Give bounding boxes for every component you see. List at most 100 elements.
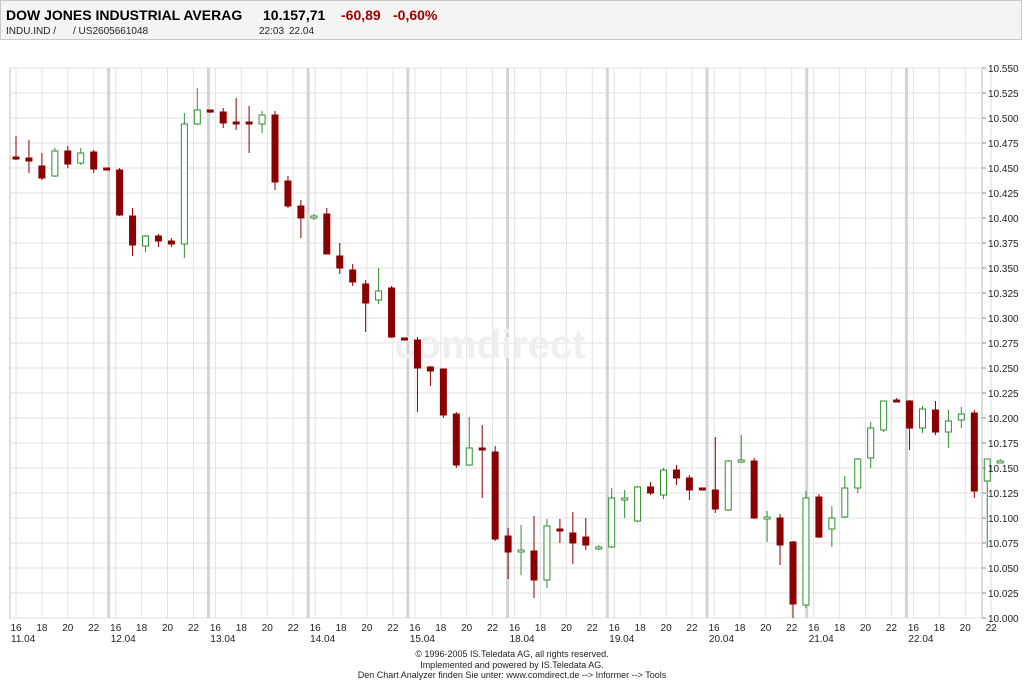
x-tick-label: 16	[609, 623, 621, 634]
y-tick-label: 10.425	[988, 189, 1019, 200]
candle-body	[944, 420, 952, 433]
x-tick-label: 16	[210, 623, 222, 634]
y-axis: 10.550 10.525 10.500 10.475 10.450 10.425 10.4…	[982, 64, 1019, 625]
candle-body	[167, 240, 175, 245]
x-date-label: 15.04	[410, 634, 435, 645]
candle	[698, 487, 706, 491]
x-tick-label: 16	[908, 623, 920, 634]
candle-body	[25, 157, 33, 162]
x-tick-label: 16	[310, 623, 322, 634]
x-date-label: 13.04	[210, 634, 235, 645]
candle-body	[193, 109, 201, 125]
x-date-label: 20.04	[709, 634, 734, 645]
candle	[103, 167, 111, 171]
candle	[970, 410, 978, 498]
candle-body	[647, 486, 655, 494]
candle-body	[401, 337, 408, 341]
candle-body	[362, 283, 370, 304]
candle-body	[51, 150, 59, 177]
y-tick-label: 10.125	[988, 489, 1019, 500]
candle	[439, 368, 447, 418]
candle	[491, 446, 499, 541]
candle	[634, 486, 642, 522]
y-tick-label: 10.250	[988, 364, 1019, 375]
x-tick-label: 20	[860, 623, 872, 634]
x-tick-label: 18	[236, 623, 248, 634]
candle-body	[919, 408, 926, 429]
candle	[116, 168, 124, 216]
y-tick-label: 10.400	[988, 214, 1019, 225]
x-tick-label: 20	[361, 623, 373, 634]
x-tick-label: 22	[686, 623, 698, 634]
candle	[750, 458, 758, 519]
candle	[284, 176, 292, 208]
y-tick-label: 10.275	[988, 339, 1019, 350]
x-tick-label: 18	[535, 623, 547, 634]
candle-body	[336, 255, 344, 269]
x-date-label: 22.04	[908, 634, 933, 645]
x-tick-label: 22	[487, 623, 499, 634]
candle-body	[672, 469, 680, 479]
candle-body	[595, 546, 603, 550]
x-tick-label: 18	[335, 623, 347, 634]
candle-body	[737, 459, 745, 463]
candle-body	[271, 114, 279, 183]
powered-by-line: Implemented and powered by IS.Teledata A…	[420, 660, 604, 670]
x-tick-label: 22	[188, 623, 200, 634]
candle-body	[698, 487, 706, 491]
candle-body	[426, 366, 434, 372]
candle-body	[750, 460, 758, 519]
x-tick-label: 22	[88, 623, 100, 634]
candle-body	[142, 235, 149, 247]
candle-body	[880, 400, 888, 431]
candle-body	[582, 536, 590, 546]
candle	[51, 148, 59, 177]
candle-body	[776, 517, 784, 546]
candle-body	[375, 290, 383, 301]
candle-body	[802, 497, 810, 606]
candle-body	[349, 269, 357, 283]
y-tick-label: 10.375	[988, 239, 1019, 250]
y-tick-label: 10.325	[988, 289, 1019, 300]
candle-body	[867, 427, 875, 459]
x-tick-label: 22	[886, 623, 898, 634]
candle-body	[297, 205, 305, 219]
candle-body	[388, 287, 396, 338]
candle-body	[724, 460, 732, 511]
x-tick-label: 18	[36, 623, 48, 634]
candle-body	[232, 121, 240, 125]
x-tick-label: 18	[934, 623, 946, 634]
x-tick-label: 20	[262, 623, 274, 634]
candle-body	[569, 532, 577, 544]
y-tick-label: 10.075	[988, 539, 1019, 550]
candle-body	[543, 525, 551, 581]
candle-body	[284, 180, 292, 207]
isin-label: / US2605661048	[73, 26, 149, 37]
y-tick-label: 10.200	[988, 414, 1019, 425]
x-tick-label: 22	[587, 623, 599, 634]
candle-body	[634, 486, 642, 522]
candle-body	[154, 235, 162, 242]
candle-body	[465, 447, 473, 466]
y-tick-label: 10.550	[988, 64, 1019, 75]
x-axis: 16 18 20 2211.0416 18 20 2212.0416 18 20 2213.041…	[10, 623, 997, 645]
x-tick-label: 16	[110, 623, 122, 634]
candle-body	[685, 477, 693, 491]
candle-body	[763, 516, 771, 520]
x-tick-label: 18	[435, 623, 447, 634]
last-price: 10.157,71	[263, 7, 326, 23]
y-tick-label: 10.050	[988, 564, 1019, 575]
candle-body	[245, 121, 253, 125]
x-tick-label: 22	[288, 623, 300, 634]
candle-body	[711, 489, 719, 510]
price-change: -60,89	[341, 7, 381, 23]
candle	[180, 113, 188, 258]
candle	[452, 412, 460, 468]
candle-body	[660, 469, 667, 496]
candle-body	[413, 339, 421, 369]
y-tick-label: 10.350	[988, 264, 1019, 275]
candle-body	[504, 535, 512, 553]
y-tick-label: 10.525	[988, 89, 1019, 100]
y-tick-label: 10.300	[988, 314, 1019, 325]
x-tick-label: 20	[661, 623, 673, 634]
